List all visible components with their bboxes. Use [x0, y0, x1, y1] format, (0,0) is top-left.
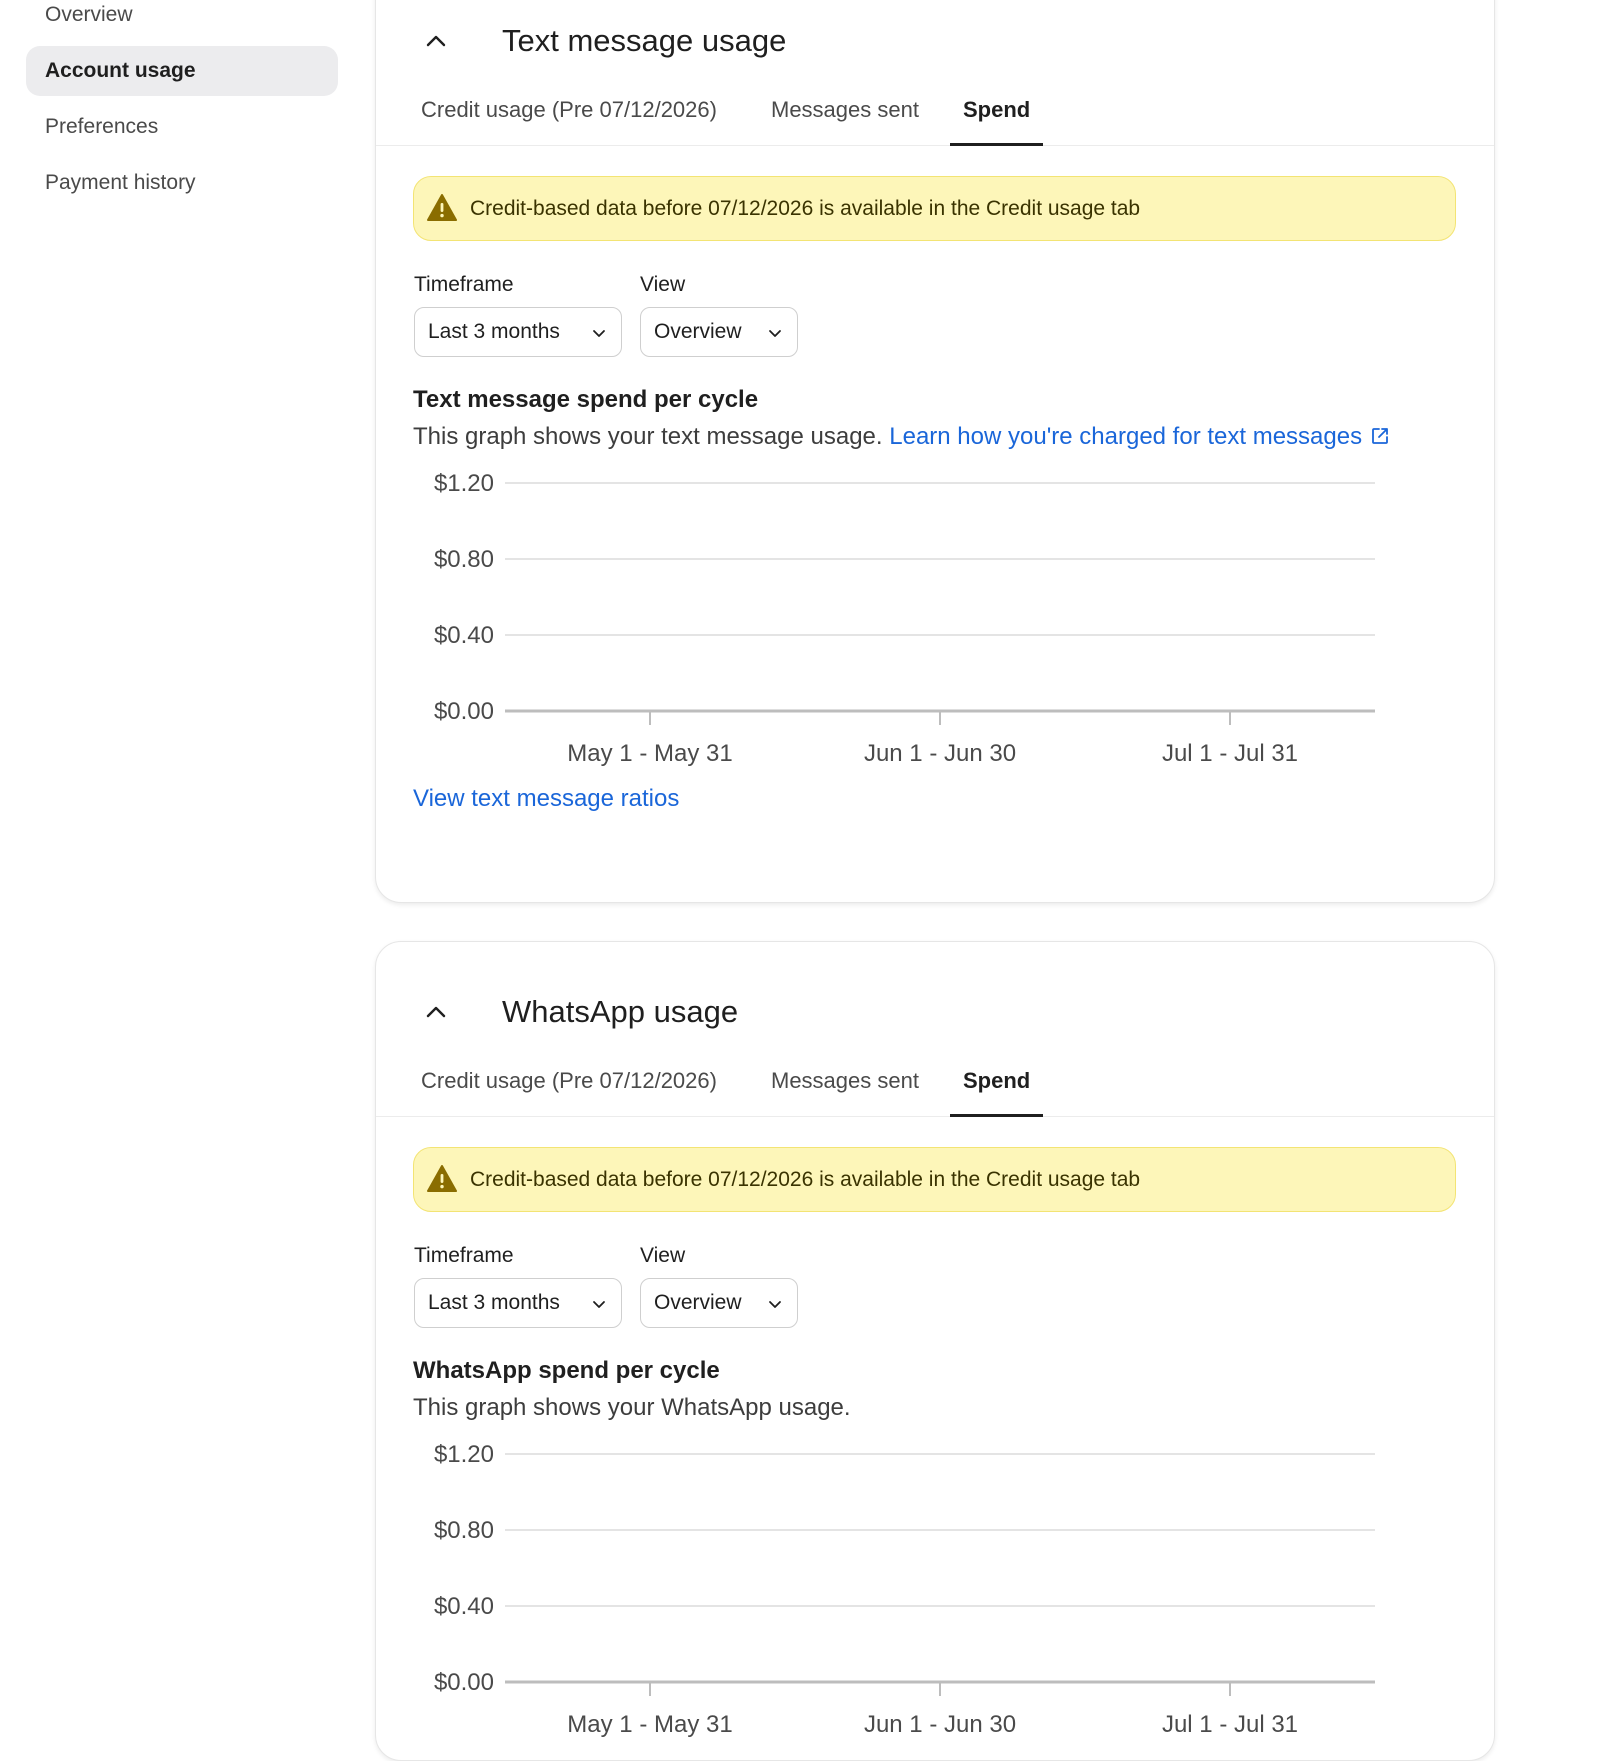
view-select[interactable]: Overview [640, 307, 798, 357]
chart-description: This graph shows your text message usage… [413, 422, 1390, 452]
text-message-usage-card: Text message usage Credit usage (Pre 07/… [375, 0, 1495, 903]
x-tick-label: Jul 1 - Jul 31 [1162, 1711, 1298, 1738]
sidebar-item-preferences[interactable]: Preferences [26, 102, 338, 152]
y-tick-label: $1.20 [434, 1441, 494, 1468]
y-tick-label: $0.40 [434, 622, 494, 649]
card-title: WhatsApp usage [502, 994, 739, 1029]
chart-description-text: This graph shows your text message usage… [413, 423, 883, 450]
tab-credit-usage[interactable]: Credit usage (Pre 07/12/2026) [414, 1059, 724, 1117]
text-spend-chart: $0.00 $0.40 $0.80 $1.20 May 1 - May 31 Jun 1 … [376, 463, 1496, 775]
warning-triangle-icon [427, 194, 457, 221]
view-ratios-link[interactable]: View text message ratios [413, 784, 679, 814]
timeframe-label: Timeframe [414, 273, 514, 296]
timeframe-value: Last 3 months [428, 320, 560, 343]
y-tick-label: $0.80 [434, 546, 494, 573]
y-tick-label: $0.40 [434, 1593, 494, 1620]
chart-title: Text message spend per cycle [413, 386, 759, 413]
tab-messages-sent[interactable]: Messages sent [764, 88, 926, 146]
warning-triangle-icon [427, 1165, 457, 1192]
learn-charges-link[interactable]: Learn how you're charged for text messag… [889, 423, 1390, 450]
timeframe-label: Timeframe [414, 1244, 514, 1267]
warning-banner: Credit-based data before 07/12/2026 is a… [413, 176, 1456, 241]
warning-banner: Credit-based data before 07/12/2026 is a… [413, 1147, 1456, 1212]
sidebar-item-account-usage[interactable]: Account usage [26, 46, 338, 96]
chevron-down-icon [593, 330, 605, 337]
tab-bar: Credit usage (Pre 07/12/2026) Messages s… [376, 88, 1494, 146]
view-label: View [640, 1244, 686, 1267]
whatsapp-usage-card: WhatsApp usage Credit usage (Pre 07/12/2… [375, 941, 1495, 1761]
view-value: Overview [654, 320, 742, 343]
chevron-down-icon [593, 1301, 605, 1308]
banner-text: Credit-based data before 07/12/2026 is a… [470, 197, 1141, 220]
sidebar-item-payment-history[interactable]: Payment history [26, 158, 338, 208]
external-link-icon [1372, 428, 1388, 444]
card-title: Text message usage [502, 23, 787, 58]
tab-bar: Credit usage (Pre 07/12/2026) Messages s… [376, 1059, 1494, 1117]
view-value: Overview [654, 1291, 742, 1314]
sidebar-item-overview[interactable]: Overview [26, 0, 338, 40]
chart-description-text: This graph shows your WhatsApp usage. [413, 1394, 851, 1421]
x-tick-label: Jun 1 - Jun 30 [864, 1711, 1016, 1738]
view-select[interactable]: Overview [640, 1278, 798, 1328]
banner-text: Credit-based data before 07/12/2026 is a… [470, 1168, 1141, 1191]
chevron-up-icon[interactable] [420, 25, 452, 57]
tab-messages-sent[interactable]: Messages sent [764, 1059, 926, 1117]
timeframe-select[interactable]: Last 3 months [414, 307, 622, 357]
tab-spend[interactable]: Spend [950, 88, 1044, 146]
timeframe-value: Last 3 months [428, 1291, 560, 1314]
y-tick-label: $0.80 [434, 1517, 494, 1544]
timeframe-select[interactable]: Last 3 months [414, 1278, 622, 1328]
chevron-down-icon [769, 330, 781, 337]
tab-credit-usage[interactable]: Credit usage (Pre 07/12/2026) [414, 88, 724, 146]
chevron-down-icon [769, 1301, 781, 1308]
chart-title: WhatsApp spend per cycle [413, 1357, 720, 1384]
x-tick-label: Jul 1 - Jul 31 [1162, 740, 1298, 767]
whatsapp-spend-chart: $0.00 $0.40 $0.80 $1.20 May 1 - May 31 Jun 1 … [376, 1434, 1496, 1746]
learn-charges-link-text: Learn how you're charged for text messag… [889, 423, 1363, 450]
x-tick-label: May 1 - May 31 [567, 1711, 732, 1738]
x-tick-label: May 1 - May 31 [567, 740, 732, 767]
y-tick-label: $0.00 [434, 698, 494, 725]
y-tick-label: $1.20 [434, 470, 494, 497]
y-tick-label: $0.00 [434, 1669, 494, 1696]
chevron-up-icon[interactable] [420, 996, 452, 1028]
chart-svg: $0.00 $0.40 $0.80 $1.20 May 1 - May 31 Jun 1 … [434, 470, 1375, 767]
tab-spend[interactable]: Spend [950, 1059, 1044, 1117]
chart-description: This graph shows your WhatsApp usage. [413, 1393, 851, 1423]
chart-svg: $0.00 $0.40 $0.80 $1.20 May 1 - May 31 Jun 1 … [434, 1441, 1375, 1738]
view-label: View [640, 273, 686, 296]
x-tick-label: Jun 1 - Jun 30 [864, 740, 1016, 767]
